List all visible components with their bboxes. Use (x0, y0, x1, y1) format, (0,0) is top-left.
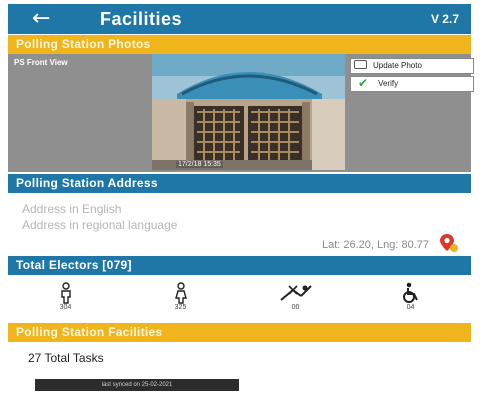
photos-section-header: Polling Station Photos (8, 35, 471, 54)
total-tasks-text: 27 Total Tasks (28, 351, 104, 365)
third-gender-icon (279, 285, 312, 301)
photo-label: PS Front View (14, 58, 68, 67)
pwd-electors[interactable]: 04 (353, 276, 468, 321)
last-synced-badge: last synced on 25-02-2021 (35, 379, 239, 391)
app-version: V 2.7 (430, 12, 459, 26)
station-gate-image (152, 54, 345, 170)
address-english: Address in English (22, 202, 122, 216)
app-header: ← Facilities V 2.7 (8, 4, 471, 34)
third-gender-electors[interactable]: 00 (238, 276, 353, 321)
polling-station-photo[interactable]: 17/2/18 15:35 (152, 54, 345, 170)
address-regional: Address in regional language (22, 218, 178, 232)
male-voter-icon (60, 282, 71, 304)
pwd-electors-count: 04 (406, 304, 415, 311)
coordinates-text: Lat: 26.20, Lng: 80.77 (321, 239, 429, 251)
address-panel: Address in English Address in regional l… (8, 193, 471, 256)
female-voter-icon (174, 282, 187, 304)
female-electors-count: 325 (174, 304, 187, 311)
female-electors[interactable]: 325 (123, 276, 238, 321)
male-electors[interactable]: 304 (8, 276, 123, 321)
update-photo-button[interactable]: Update Photo (350, 58, 474, 74)
third-gender-electors-count: 00 (291, 304, 300, 311)
electors-panel: 304 325 00 04 (8, 276, 471, 321)
page-title: Facilities (100, 9, 183, 29)
photo-timestamp: 17/2/18 15:35 (176, 161, 223, 168)
verify-label: Verify (378, 79, 399, 89)
male-electors-count: 304 (59, 304, 72, 311)
facilities-section-header: Polling Station Facilities (8, 323, 471, 342)
checkmark-icon: ✔ (358, 76, 369, 90)
verify-button[interactable]: ✔ Verify (350, 76, 474, 92)
photo-panel: PS Front View 17/2/18 15:35 Update Photo… (8, 54, 474, 172)
electors-section-header: Total Electors [079] (8, 256, 471, 275)
map-pin-icon[interactable] (439, 233, 459, 253)
camera-icon (354, 60, 367, 70)
update-photo-label: Update Photo (373, 61, 422, 70)
pwd-wheelchair-icon (402, 282, 418, 303)
address-section-header: Polling Station Address (8, 174, 471, 193)
back-arrow-icon[interactable]: ← (32, 7, 50, 31)
